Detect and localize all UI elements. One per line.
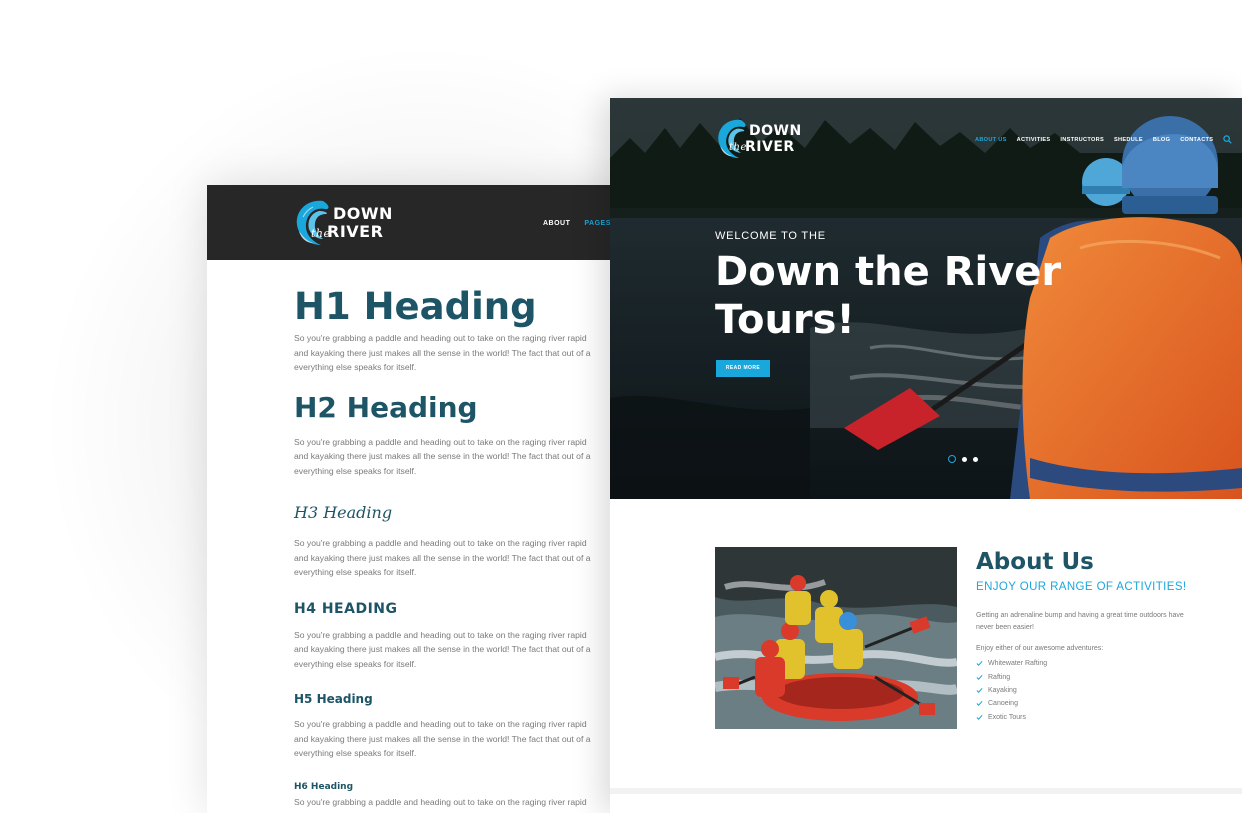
hero-title-line: Down the River: [715, 249, 1062, 295]
read-more-button[interactable]: READ MORE: [716, 360, 770, 377]
paragraph-6: So you're grabbing a paddle and heading …: [294, 795, 627, 813]
paragraph-line: everything else speaks for itself.: [294, 748, 417, 758]
home-page: DOWN RIVER the ABOUT US ACTIVITIES INSTR…: [610, 98, 1242, 813]
list-item: Kayaking: [976, 684, 1047, 697]
about-subtitle: ENJOY OUR RANGE OF ACTIVITIES!: [976, 581, 1187, 593]
slider-dots: [948, 455, 978, 463]
nav-activities[interactable]: ACTIVITIES: [1017, 137, 1051, 143]
h1-heading: H1 Heading: [294, 285, 537, 328]
h3-heading: H3 Heading: [294, 503, 393, 522]
back-nav: ABOUT PAGES: [543, 220, 611, 227]
nav-contacts[interactable]: CONTACTS: [1180, 137, 1213, 143]
activities-list: Whitewater Rafting Rafting Kayaking Cano…: [976, 657, 1047, 724]
hero-title: Down the River Tours!: [715, 248, 1075, 344]
logo-text: DOWN RIVER the: [311, 204, 393, 241]
logo-word-river: RIVER: [327, 222, 384, 241]
list-item: Exotic Tours: [976, 711, 1047, 724]
check-icon: [976, 701, 983, 707]
paragraph-line: everything else speaks for itself.: [294, 465, 417, 476]
slider-dot-1[interactable]: [948, 455, 956, 463]
check-icon: [976, 674, 983, 680]
paragraph-line: So you're grabbing a paddle and heading …: [294, 538, 587, 548]
paragraph-5: So you're grabbing a paddle and heading …: [294, 717, 627, 761]
nav-about[interactable]: ABOUT: [543, 220, 570, 227]
logo-text: DOWN RIVER the: [729, 123, 802, 155]
site-logo[interactable]: DOWN RIVER the: [293, 197, 393, 249]
paragraph-line: So you're grabbing a paddle and heading …: [294, 333, 587, 343]
list-item: Canoeing: [976, 697, 1047, 710]
list-item-label: Whitewater Rafting: [988, 660, 1048, 668]
slider-dot-2[interactable]: [962, 456, 967, 462]
paragraph-line: and kayaking there just makes all the se…: [294, 347, 591, 358]
paragraph-line: So you're grabbing a paddle and heading …: [294, 629, 587, 640]
check-icon: [976, 661, 983, 667]
about-description: Getting an adrenaline bump and having a …: [976, 612, 1184, 631]
paragraph-line: So you're grabbing a paddle and heading …: [294, 796, 587, 807]
slider-dot-3[interactable]: [973, 456, 978, 462]
paragraph-line: and kayaking there just makes all the se…: [294, 733, 591, 744]
logo-word-down: DOWN: [749, 123, 802, 139]
rafting-image: [715, 547, 957, 729]
paragraph-4: So you're grabbing a paddle and heading …: [294, 628, 627, 672]
paragraph-line: and kayaking there just makes all the se…: [294, 644, 591, 654]
h6-heading: H6 Heading: [294, 781, 354, 792]
typography-content: H1 Heading So you're grabbing a paddle a…: [294, 285, 627, 813]
list-item-label: Exotic Tours: [988, 713, 1026, 721]
check-icon: [976, 687, 983, 693]
paragraph-2: So you're grabbing a paddle and heading …: [294, 435, 627, 479]
list-item-label: Canoeing: [988, 700, 1018, 708]
section-divider: [610, 788, 1242, 794]
about-intro: Enjoy either of our awesome adventures:: [976, 645, 1104, 652]
list-item-label: Kayaking: [988, 686, 1017, 694]
nav-shedule[interactable]: SHEDULE: [1114, 137, 1143, 143]
paragraph-line: and kayaking there just makes all the se…: [294, 809, 627, 813]
logo-word-river: RIVER: [745, 139, 795, 155]
list-item-label: Rafting: [988, 673, 1011, 681]
logo-word-down: DOWN: [333, 204, 393, 223]
search-icon[interactable]: [1223, 135, 1233, 144]
nav-blog[interactable]: BLOG: [1153, 137, 1170, 143]
list-item: Rafting: [976, 670, 1047, 683]
paragraph-line: and kayaking there just makes all the se…: [294, 451, 591, 461]
nav-pages[interactable]: PAGES: [584, 220, 611, 227]
logo-word-the: the: [311, 227, 331, 240]
paragraph-line: everything else speaks for itself.: [294, 362, 417, 372]
about-title: About Us: [976, 549, 1094, 575]
nav-instructors[interactable]: INSTRUCTORS: [1060, 137, 1104, 143]
h4-heading: H4 HEADING: [294, 600, 398, 617]
nav-about-us[interactable]: ABOUT US: [975, 137, 1007, 143]
h5-heading: H5 Heading: [294, 692, 373, 706]
paragraph-1: So you're grabbing a paddle and heading …: [294, 331, 627, 375]
paragraph-line: everything else speaks for itself.: [294, 567, 417, 577]
logo-word-the: the: [729, 142, 747, 153]
check-icon: [976, 714, 983, 720]
paragraph-line: So you're grabbing a paddle and heading …: [294, 719, 587, 729]
paragraph-3: So you're grabbing a paddle and heading …: [294, 536, 627, 580]
h2-heading: H2 Heading: [294, 390, 478, 424]
back-header: DOWN RIVER the ABOUT PAGES: [207, 185, 627, 260]
hero-welcome-text: WELCOME TO THE: [715, 230, 826, 242]
hero-title-line: Tours!: [715, 297, 855, 343]
paragraph-line: and kayaking there just makes all the se…: [294, 552, 591, 563]
about-rafting-photo: [715, 547, 957, 729]
main-nav: ABOUT US ACTIVITIES INSTRUCTORS SHEDULE …: [975, 135, 1233, 144]
typography-page: DOWN RIVER the ABOUT PAGES H1 Heading So…: [207, 185, 627, 813]
paragraph-line: So you're grabbing a paddle and heading …: [294, 436, 587, 447]
site-logo[interactable]: DOWN RIVER the: [715, 116, 802, 162]
paragraph-line: everything else speaks for itself.: [294, 658, 417, 669]
hero-section: DOWN RIVER the ABOUT US ACTIVITIES INSTR…: [610, 98, 1242, 499]
list-item: Whitewater Rafting: [976, 657, 1047, 670]
